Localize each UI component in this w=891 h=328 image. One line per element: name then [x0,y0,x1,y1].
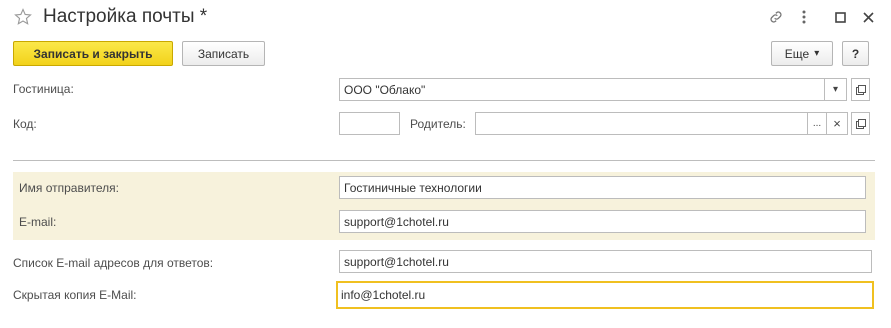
help-button[interactable]: ? [842,41,869,66]
hotel-label: Гостиница: [13,82,74,96]
parent-open-button[interactable] [851,112,870,135]
ellipsis-icon: ... [812,118,822,129]
close-icon[interactable] [859,8,877,26]
chevron-down-icon: ▾ [814,48,820,59]
reply-list-input[interactable]: support@1chotel.ru [339,250,872,273]
sender-name-label: Имя отправителя: [19,181,120,195]
sender-name-input[interactable]: Гостиничные технологии [339,176,866,199]
favorite-star-icon[interactable] [14,8,32,26]
hotel-open-button[interactable] [851,78,870,101]
more-button[interactable]: Еще ▾ [771,41,833,66]
email-label: E-mail: [19,215,57,229]
window-title: Настройка почты * [43,6,208,27]
parent-input[interactable] [475,112,808,135]
more-menu-icon[interactable] [795,8,813,26]
save-and-close-button[interactable]: Записать и закрыть [13,41,173,66]
save-button[interactable]: Записать [182,41,265,66]
open-form-icon [855,84,866,95]
bcc-label: Скрытая копия E-Mail: [13,288,137,302]
open-form-icon [855,118,866,129]
more-button-label: Еще [784,46,810,61]
email-input[interactable]: support@1chotel.ru [339,210,866,233]
maximize-icon[interactable] [831,8,849,26]
link-icon[interactable] [767,8,785,26]
hotel-input[interactable]: ООО "Облако" [339,78,825,101]
reply-list-label: Список E-mail адресов для ответов: [13,256,214,270]
code-input[interactable] [339,112,400,135]
parent-select-button[interactable]: ... [808,112,827,135]
hotel-dropdown-button[interactable]: ▾ [825,78,847,101]
parent-clear-button[interactable]: × [827,112,848,135]
code-label: Код: [13,117,37,131]
parent-label: Родитель: [410,117,466,131]
bcc-input[interactable]: info@1chotel.ru [336,281,874,309]
clear-icon: × [833,116,841,131]
dropdown-icon: ▾ [832,84,839,95]
section-divider [13,160,875,161]
